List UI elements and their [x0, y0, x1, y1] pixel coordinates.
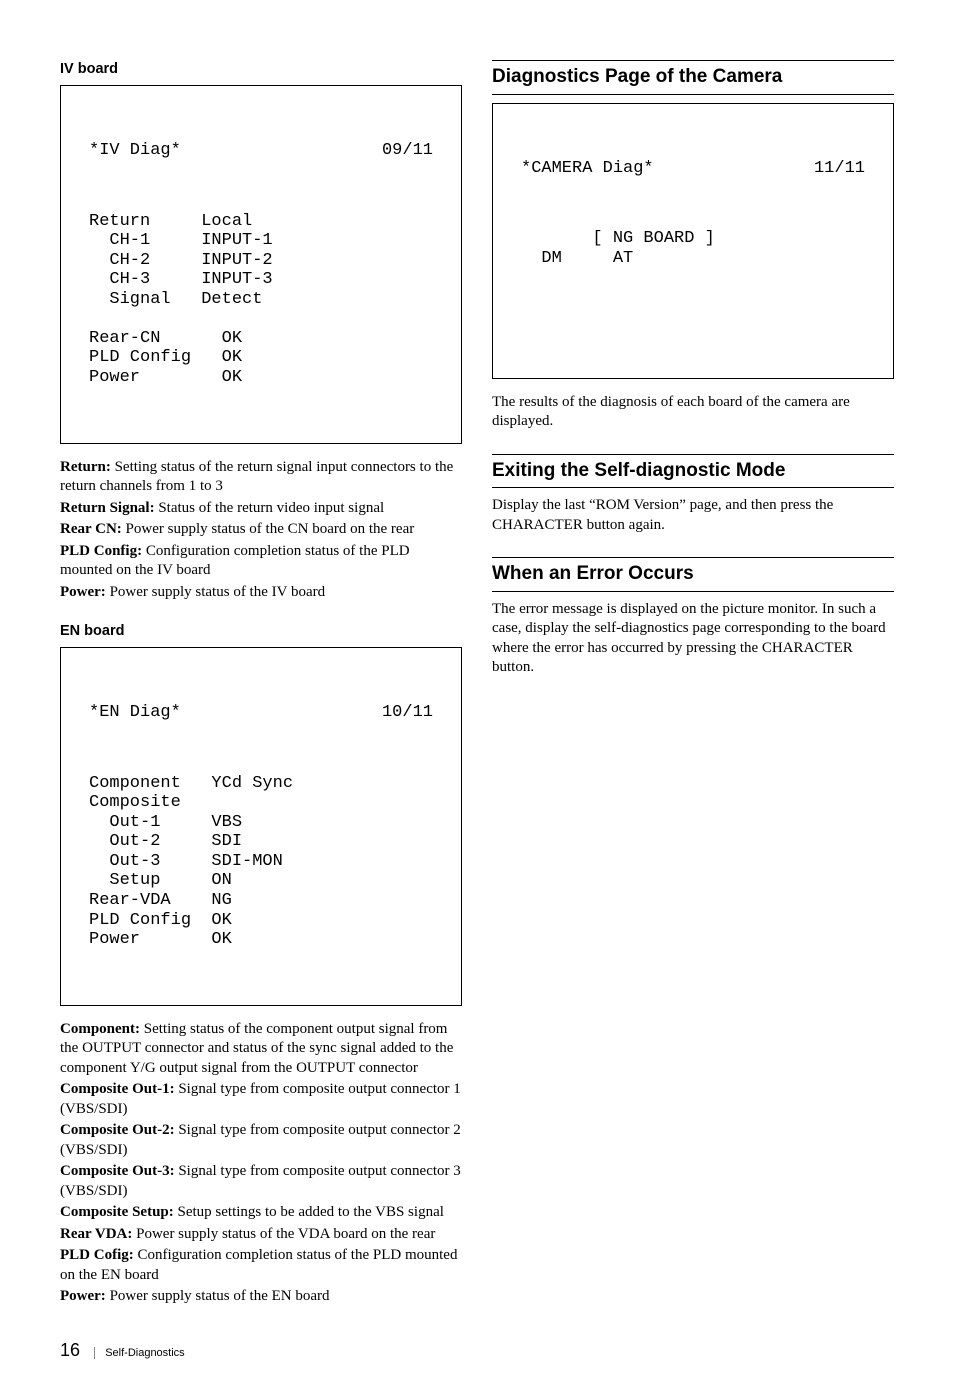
diag-camera-paragraph: The results of the diagnosis of each boa… — [492, 393, 894, 432]
definition-desc: Power supply status of the VDA board on … — [132, 1226, 435, 1242]
definition-term: Rear CN: — [60, 521, 122, 537]
camera-diag-page: 11/11 — [814, 159, 865, 179]
definition-line: Return: Setting status of the return sig… — [60, 458, 462, 497]
definition-term: Composite Out-3: — [60, 1163, 175, 1179]
en-diag-lines: Component YCd Sync Composite Out-1 VBS O… — [89, 774, 433, 950]
definition-desc: Setup settings to be added to the VBS si… — [174, 1204, 444, 1220]
definition-desc: Power supply status of the EN board — [106, 1288, 330, 1304]
camera-diag-title: *CAMERA Diag* — [521, 159, 814, 179]
definition-term: Return Signal: — [60, 500, 155, 516]
definition-line: PLD Cofig: Configuration completion stat… — [60, 1246, 462, 1285]
definition-term: Return: — [60, 459, 111, 475]
en-diag-title: *EN Diag* — [89, 703, 382, 723]
definition-term: Composite Out-1: — [60, 1081, 175, 1097]
error-paragraph: The error message is displayed on the pi… — [492, 600, 894, 678]
iv-diag-page: 09/11 — [382, 141, 433, 161]
exiting-heading: Exiting the Self-diagnostic Mode — [492, 454, 894, 489]
page-content: IV board *IV Diag* 09/11 Return Local CH… — [0, 0, 954, 1339]
iv-diag-lines: Return Local CH-1 INPUT-1 CH-2 INPUT-2 C… — [89, 212, 433, 388]
definition-line: Composite Out-3: Signal type from compos… — [60, 1162, 462, 1201]
error-heading: When an Error Occurs — [492, 557, 894, 592]
iv-diag-title: *IV Diag* — [89, 141, 382, 161]
definition-line: Rear VDA: Power supply status of the VDA… — [60, 1225, 462, 1245]
definition-term: Composite Setup: — [60, 1204, 174, 1220]
definition-line: Component: Setting status of the compone… — [60, 1020, 462, 1079]
definition-line: Return Signal: Status of the return vide… — [60, 499, 462, 519]
camera-diag-box: *CAMERA Diag* 11/11 [ NG BOARD ] DM AT — [492, 103, 894, 379]
definition-line: Rear CN: Power supply status of the CN b… — [60, 520, 462, 540]
iv-definitions: Return: Setting status of the return sig… — [60, 458, 462, 603]
en-definitions: Component: Setting status of the compone… — [60, 1020, 462, 1307]
en-heading: EN board — [60, 622, 462, 641]
iv-heading: IV board — [60, 60, 462, 79]
definition-line: Composite Setup: Setup settings to be ad… — [60, 1203, 462, 1223]
definition-line: Composite Out-1: Signal type from compos… — [60, 1080, 462, 1119]
definition-desc: Status of the return video input signal — [155, 500, 385, 516]
definition-term: Power: — [60, 1288, 106, 1304]
left-column: IV board *IV Diag* 09/11 Return Local CH… — [60, 60, 462, 1309]
definition-line: Power: Power supply status of the IV boa… — [60, 583, 462, 603]
definition-line: Power: Power supply status of the EN boa… — [60, 1287, 462, 1307]
en-diag-page: 10/11 — [382, 703, 433, 723]
definition-term: PLD Config: — [60, 543, 142, 559]
en-diag-box: *EN Diag* 10/11 Component YCd Sync Compo… — [60, 647, 462, 1006]
definition-line: Composite Out-2: Signal type from compos… — [60, 1121, 462, 1160]
iv-board-section: IV board *IV Diag* 09/11 Return Local CH… — [60, 60, 462, 602]
definition-term: Component: — [60, 1021, 140, 1037]
definition-term: Rear VDA: — [60, 1226, 132, 1242]
definition-desc: Setting status of the return signal inpu… — [60, 459, 453, 495]
page-footer: 16 Self-Diagnostics — [0, 1339, 954, 1382]
diag-camera-heading: Diagnostics Page of the Camera — [492, 60, 894, 95]
right-column: Diagnostics Page of the Camera *CAMERA D… — [492, 60, 894, 1309]
iv-diag-box: *IV Diag* 09/11 Return Local CH-1 INPUT-… — [60, 85, 462, 444]
definition-desc: Power supply status of the IV board — [106, 584, 325, 600]
definition-term: Composite Out-2: — [60, 1122, 175, 1138]
camera-diag-lines: [ NG BOARD ] DM AT — [521, 229, 865, 268]
page-number: 16 — [60, 1340, 80, 1360]
definition-term: Power: — [60, 584, 106, 600]
definition-line: PLD Config: Configuration completion sta… — [60, 542, 462, 581]
footer-section: Self-Diagnostics — [94, 1347, 184, 1359]
definition-desc: Power supply status of the CN board on t… — [122, 521, 414, 537]
exiting-paragraph: Display the last “ROM Version” page, and… — [492, 496, 894, 535]
en-board-section: EN board *EN Diag* 10/11 Component YCd S… — [60, 622, 462, 1307]
definition-term: PLD Cofig: — [60, 1247, 134, 1263]
